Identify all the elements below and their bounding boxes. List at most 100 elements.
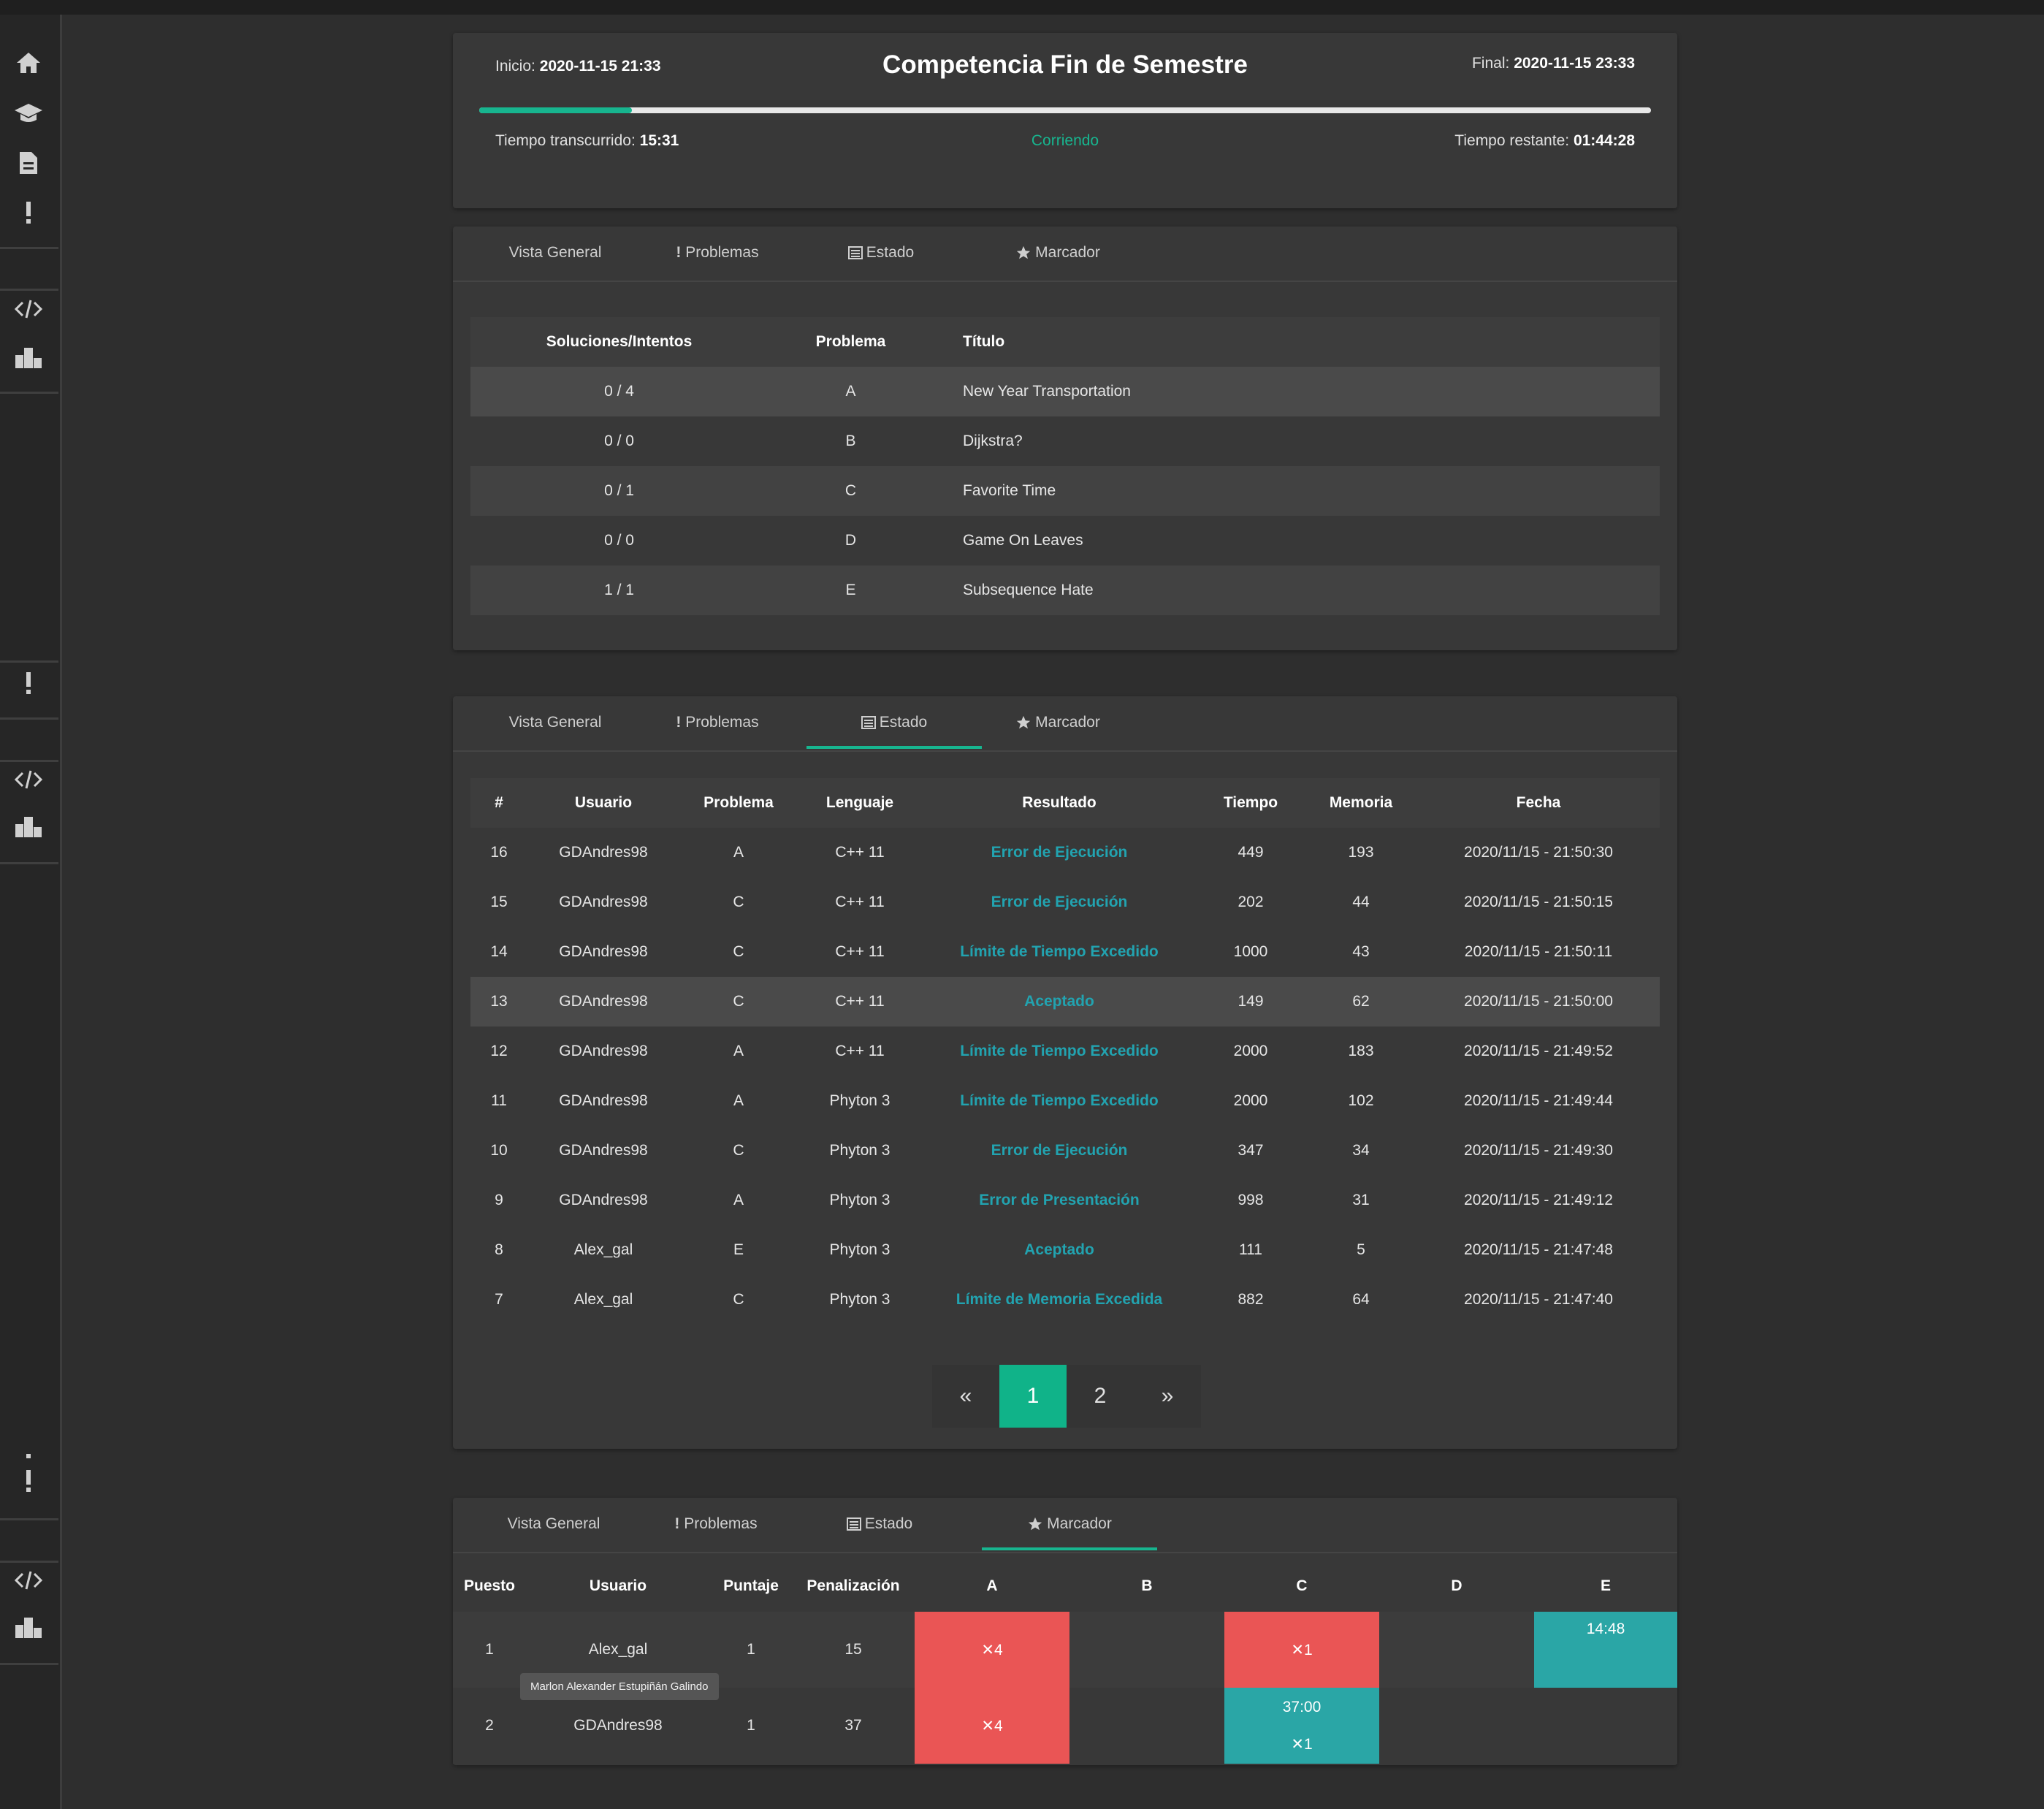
document-icon[interactable] [0, 151, 57, 175]
user-link[interactable]: GDAndres98 [527, 927, 679, 977]
table-row[interactable]: 0 / 0 B Dijkstra? [470, 416, 1660, 466]
tries-count: 4 [994, 1717, 1003, 1734]
user-link[interactable]: GDAndres98 [527, 1126, 679, 1176]
user-link[interactable]: Alex_gal [527, 1225, 679, 1275]
progress-track [479, 107, 1651, 113]
exclamation-icon[interactable] [0, 200, 57, 225]
podium-icon[interactable] [0, 345, 57, 370]
podium-icon[interactable] [0, 814, 57, 839]
podium-icon[interactable] [0, 1615, 57, 1639]
header-problema: Problema [815, 333, 886, 350]
result-link[interactable]: Límite de Tiempo Excedido [922, 1027, 1197, 1076]
code-icon[interactable] [0, 298, 57, 320]
code-icon[interactable] [0, 1569, 57, 1591]
tab-estado[interactable]: Estado [806, 696, 982, 749]
sidebar-divider [0, 660, 58, 663]
problem-title-link[interactable]: Subsequence Hate [934, 565, 1660, 615]
tab-marcador[interactable]: Marcador [970, 226, 1145, 279]
table-row[interactable]: 16 GDAndres98 A C++ 11 Error de Ejecució… [470, 828, 1660, 877]
user-link[interactable]: GDAndres98 [527, 1076, 679, 1126]
table-header-row: # Usuario Problema Lenguaje Resultado Ti… [470, 778, 1660, 828]
graduation-cap-icon[interactable] [0, 102, 57, 124]
problem-letter: A [733, 1092, 744, 1109]
pagination-page-2[interactable]: 2 [1067, 1365, 1134, 1428]
tab-vista-general[interactable]: Vista General [482, 696, 628, 749]
list-icon [861, 716, 876, 730]
result-link[interactable]: Aceptado [922, 1225, 1197, 1275]
user-link[interactable]: GDAndres98 [527, 1176, 679, 1225]
time-value: 202 [1238, 894, 1264, 910]
table-row[interactable]: 0 / 1 C Favorite Time [470, 466, 1660, 516]
tab-label: Marcador [1047, 1515, 1112, 1532]
exclamation-icon[interactable] [0, 671, 57, 696]
problem-letter: C [733, 1142, 744, 1159]
table-row[interactable]: 15 GDAndres98 C C++ 11 Error de Ejecució… [470, 877, 1660, 927]
table-row[interactable]: 14 GDAndres98 C C++ 11 Límite de Tiempo … [470, 927, 1660, 977]
progress-fill [479, 107, 632, 113]
problem-a-cell: ✕4 [915, 1688, 1069, 1764]
problem-title-link[interactable]: Dijkstra? [934, 416, 1660, 466]
table-row[interactable]: 9 GDAndres98 A Phyton 3 Error de Present… [470, 1176, 1660, 1225]
result-link[interactable]: Aceptado [922, 977, 1197, 1027]
table-row[interactable]: 1 / 1 E Subsequence Hate [470, 565, 1660, 615]
problem-title-link[interactable]: Game On Leaves [934, 516, 1660, 565]
table-row[interactable]: 10 GDAndres98 C Phyton 3 Error de Ejecuc… [470, 1126, 1660, 1176]
header-titulo: Título [963, 333, 1005, 350]
result-link[interactable]: Error de Ejecución [922, 877, 1197, 927]
language: Phyton 3 [829, 1092, 891, 1109]
problem-letter: C [733, 943, 744, 960]
tab-problemas[interactable]: ! Problemas [644, 226, 790, 279]
problem-title-link[interactable]: Favorite Time [934, 466, 1660, 516]
date-value: 2020/11/15 - 21:50:30 [1464, 844, 1613, 861]
result-link[interactable]: Error de Ejecución [922, 828, 1197, 877]
result-link[interactable]: Error de Ejecución [922, 1126, 1197, 1176]
pagination-prev[interactable]: « [932, 1365, 999, 1428]
table-row[interactable]: 13 GDAndres98 C C++ 11 Aceptado 149 62 2… [470, 977, 1660, 1027]
exclamation-icon: ! [676, 244, 682, 261]
table-row[interactable]: 12 GDAndres98 A C++ 11 Límite de Tiempo … [470, 1027, 1660, 1076]
user-link[interactable]: Alex_gal [527, 1275, 679, 1325]
tab-label: Vista General [507, 1515, 600, 1532]
user-link[interactable]: GDAndres98 [527, 877, 679, 927]
header-problem-a: A [986, 1577, 998, 1594]
user-link[interactable]: GDAndres98 [527, 977, 679, 1027]
problem-letter: C [733, 1291, 744, 1308]
tries-count: 4 [994, 1641, 1003, 1658]
tab-marcador[interactable]: Marcador [982, 1498, 1157, 1550]
table-row[interactable]: 8 Alex_gal E Phyton 3 Aceptado 111 5 202… [470, 1225, 1660, 1275]
submission-id: 13 [490, 993, 508, 1010]
tab-label: Problemas [684, 1515, 758, 1532]
table-row[interactable]: 0 / 0 D Game On Leaves [470, 516, 1660, 565]
home-icon[interactable] [0, 51, 57, 75]
pagination-next[interactable]: » [1134, 1365, 1201, 1428]
table-row[interactable]: 11 GDAndres98 A Phyton 3 Límite de Tiemp… [470, 1076, 1660, 1126]
solutions-cell: 0 / 0 [604, 433, 634, 449]
tab-vista-general[interactable]: Vista General [481, 1498, 627, 1550]
language: C++ 11 [835, 1043, 885, 1059]
user-link[interactable]: GDAndres98 [527, 828, 679, 877]
result-link[interactable]: Error de Presentación [922, 1176, 1197, 1225]
tries-count: 1 [1303, 1735, 1313, 1753]
header-usuario: Usuario [574, 794, 633, 811]
browser-top-bar [0, 0, 2044, 15]
result-link[interactable]: Límite de Memoria Excedida [922, 1275, 1197, 1325]
tab-estado[interactable]: Estado [806, 1498, 953, 1550]
user-link[interactable]: GDAndres98 [527, 1027, 679, 1076]
result-link[interactable]: Límite de Tiempo Excedido [922, 927, 1197, 977]
solve-time: 37:00 [1282, 1698, 1322, 1715]
exclamation-icon[interactable] [0, 1452, 57, 1493]
pagination-page-1[interactable]: 1 [999, 1365, 1067, 1428]
table-row[interactable]: 7 Alex_gal C Phyton 3 Límite de Memoria … [470, 1275, 1660, 1325]
tab-estado[interactable]: Estado [808, 226, 954, 279]
tab-marcador[interactable]: Marcador [970, 696, 1145, 749]
language: C++ 11 [835, 894, 885, 910]
table-row[interactable]: 0 / 4 A New Year Transportation [470, 367, 1660, 416]
contest-header: Inicio: 2020-11-15 21:33 Competencia Fin… [453, 33, 1677, 208]
cross-icon: ✕ [1291, 1641, 1304, 1658]
problem-title-link[interactable]: New Year Transportation [934, 367, 1660, 416]
tab-problemas[interactable]: ! Problemas [643, 1498, 789, 1550]
code-icon[interactable] [0, 769, 57, 791]
tab-vista-general[interactable]: Vista General [482, 226, 628, 279]
result-link[interactable]: Límite de Tiempo Excedido [922, 1076, 1197, 1126]
tab-problemas[interactable]: ! Problemas [644, 696, 790, 749]
